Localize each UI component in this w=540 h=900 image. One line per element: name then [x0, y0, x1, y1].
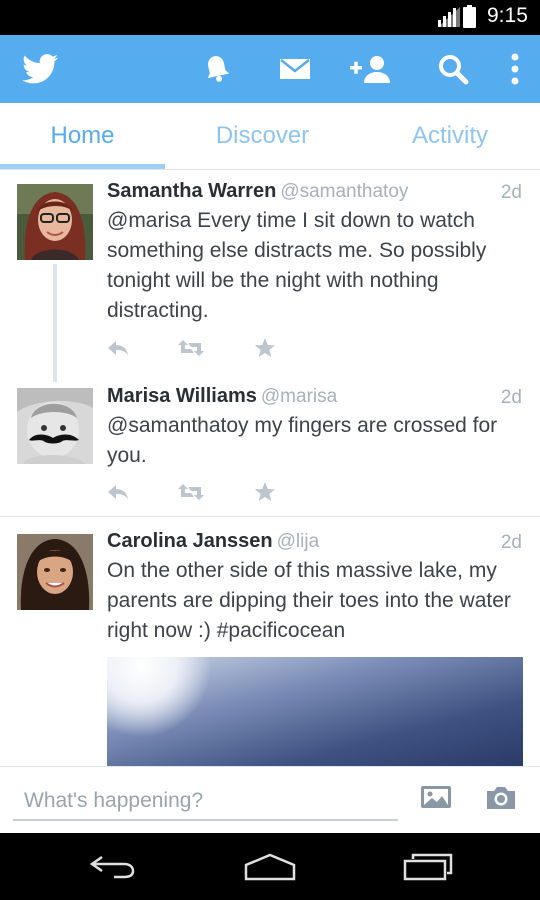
add-user-icon[interactable]	[348, 35, 392, 103]
search-icon[interactable]	[436, 35, 470, 103]
tweet-text: On the other side of this massive lake, …	[107, 559, 511, 642]
notifications-bell-icon[interactable]	[200, 35, 234, 103]
reply-icon[interactable]	[107, 480, 129, 504]
cell-signal-icon	[438, 7, 460, 27]
compose-tweet-input[interactable]: What's happening?	[13, 781, 398, 821]
tab-home[interactable]: Home	[0, 103, 165, 169]
tab-selection-indicator	[0, 164, 165, 169]
overflow-menu-icon[interactable]	[504, 35, 526, 103]
timeline[interactable]: Samantha Warren @samanthatoy 2d @marisa E…	[0, 170, 540, 766]
author-handle: @lija	[276, 531, 320, 552]
reply-icon[interactable]	[107, 336, 129, 360]
avatar[interactable]	[17, 184, 93, 260]
messages-envelope-icon[interactable]	[278, 35, 312, 103]
tweet-text: @marisa Every time I sit down to watch s…	[107, 209, 487, 322]
action-bar	[0, 35, 540, 103]
tweet-author[interactable]: Marisa Williams @marisa	[107, 385, 337, 408]
tweet-photo[interactable]	[107, 657, 523, 766]
tab-bar: Home Discover Activity	[0, 103, 540, 170]
battery-icon	[463, 5, 476, 28]
twitter-bird-icon[interactable]	[20, 35, 60, 103]
tweet-timestamp: 2d	[500, 387, 522, 408]
avatar[interactable]	[17, 388, 93, 464]
favorite-star-icon[interactable]	[254, 480, 276, 504]
author-name: Marisa Williams	[107, 385, 257, 407]
author-name: Carolina Janssen	[107, 530, 273, 552]
tweet-author[interactable]: Samantha Warren @samanthatoy	[107, 180, 408, 203]
camera-icon[interactable]	[484, 783, 518, 813]
tweet-text: @samanthatoy my fingers are crossed for …	[107, 414, 498, 467]
author-handle: @marisa	[260, 386, 338, 407]
author-name: Samantha Warren	[107, 180, 277, 202]
tab-discover[interactable]: Discover	[180, 103, 345, 169]
back-icon[interactable]	[82, 833, 142, 900]
tweet-item[interactable]: Carolina Janssen @lija 2d On the other si…	[0, 517, 540, 766]
recents-icon[interactable]	[398, 833, 458, 900]
tweet-author[interactable]: Carolina Janssen @lija	[107, 530, 319, 553]
tweet-timestamp: 2d	[500, 182, 522, 203]
favorite-star-icon[interactable]	[254, 336, 276, 360]
photo-gallery-icon[interactable]	[420, 783, 452, 813]
tweet-timestamp: 2d	[500, 532, 522, 553]
tweet-item[interactable]: Marisa Williams @marisa 2d @samanthatoy m…	[0, 382, 540, 516]
compose-bar: What's happening?	[0, 766, 540, 833]
tweet-item[interactable]: Samantha Warren @samanthatoy 2d @marisa E…	[0, 170, 540, 382]
tab-activity[interactable]: Activity	[365, 103, 535, 169]
author-handle: @samanthatoy	[280, 181, 409, 202]
avatar[interactable]	[17, 534, 93, 610]
home-icon[interactable]	[240, 833, 300, 900]
retweet-icon[interactable]	[177, 480, 205, 504]
retweet-icon[interactable]	[177, 336, 205, 360]
status-time: 9:15	[487, 4, 528, 27]
status-bar: 9:15	[0, 0, 540, 35]
system-navigation-bar	[0, 833, 540, 900]
